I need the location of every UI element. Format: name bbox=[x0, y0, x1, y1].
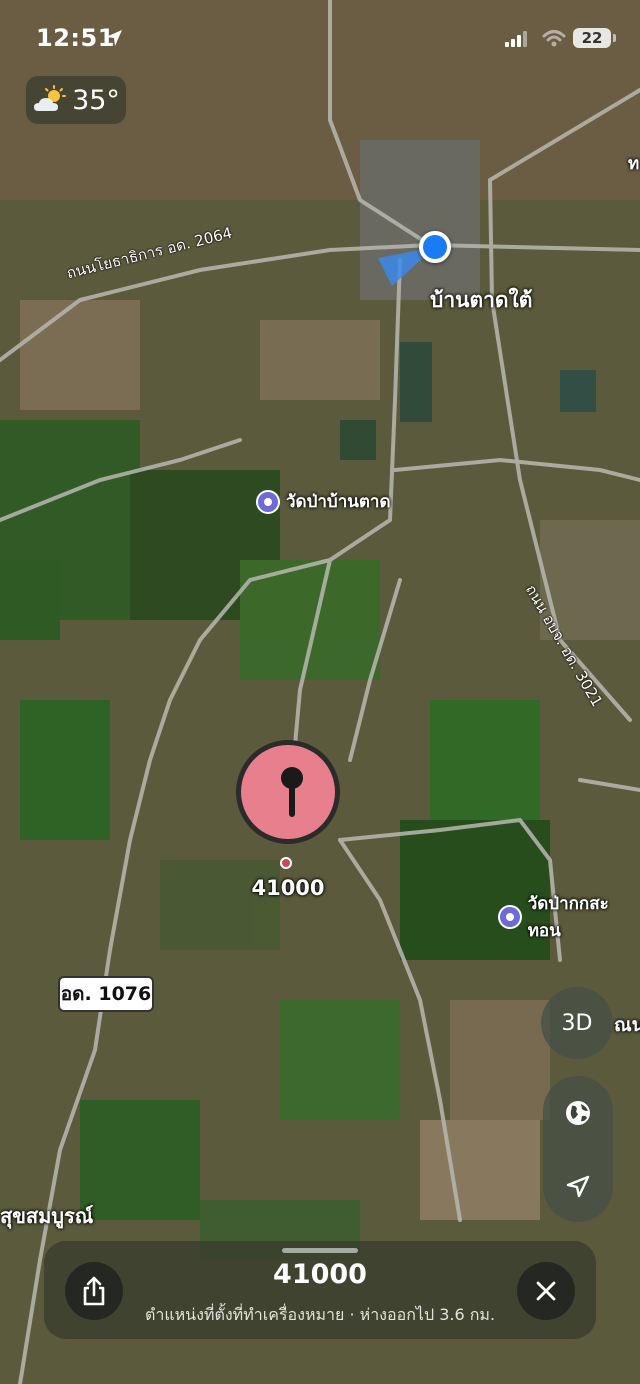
pushpin-icon bbox=[281, 767, 303, 817]
globe-icon bbox=[566, 1101, 590, 1125]
route-badge-1076: อด. 1076 bbox=[58, 976, 154, 1012]
temperature: 35° bbox=[72, 84, 120, 116]
weather-widget[interactable]: 35° bbox=[26, 76, 126, 124]
poi-label: วัดป่ากกสะทอน bbox=[527, 894, 609, 941]
view-3d-label: 3D bbox=[561, 1010, 593, 1036]
close-icon bbox=[536, 1281, 556, 1301]
poi-wat-pa-ban-tat[interactable]: วัดป่าบ้านตาด bbox=[256, 488, 391, 515]
place-label-edge-top[interactable]: ท bbox=[628, 150, 639, 177]
map-style-button[interactable] bbox=[543, 1078, 613, 1148]
sheet-title: 41000 bbox=[273, 1259, 367, 1290]
location-arrow-icon bbox=[566, 1175, 590, 1198]
poi-label: วัดป่าบ้านตาด bbox=[286, 492, 391, 512]
place-label-edge-right[interactable]: ณน bbox=[614, 1010, 640, 1040]
wifi-icon bbox=[542, 30, 566, 47]
partly-sunny-icon bbox=[34, 85, 67, 111]
map-controls-group bbox=[543, 1076, 613, 1222]
pin-label: 41000 bbox=[251, 876, 325, 900]
pin-anchor bbox=[280, 857, 292, 869]
battery-icon: 22 bbox=[573, 28, 611, 48]
sheet-subtitle: ตำแหน่งที่ตั้งที่ทำเครื่องหมาย · ห่างออก… bbox=[144, 1305, 496, 1324]
poi-wat-pa-kok-sathon[interactable]: วัดป่ากกสะทอน bbox=[498, 890, 640, 944]
close-button[interactable] bbox=[517, 1262, 575, 1320]
temple-icon bbox=[256, 489, 280, 514]
dropped-pin[interactable] bbox=[236, 740, 340, 844]
battery-tip bbox=[613, 34, 616, 42]
user-location-dot[interactable] bbox=[419, 231, 451, 263]
view-3d-button[interactable]: 3D bbox=[541, 987, 613, 1059]
status-bar: 12:51 22 bbox=[0, 0, 640, 76]
pin-head bbox=[241, 745, 335, 839]
place-label-suk-sombun[interactable]: สุขสมบูรณ์ bbox=[0, 1200, 93, 1232]
signal-icon bbox=[505, 31, 527, 47]
place-label-ban-tat-tai[interactable]: บ้านตาดใต้ bbox=[430, 284, 532, 317]
temple-icon bbox=[498, 905, 522, 929]
location-arrow-icon bbox=[106, 30, 122, 46]
sheet-grabber[interactable] bbox=[282, 1248, 358, 1253]
recenter-location-button[interactable] bbox=[543, 1152, 613, 1222]
location-sheet[interactable]: 41000 ตำแหน่งที่ตั้งที่ทำเครื่องหมาย · ห… bbox=[44, 1241, 596, 1339]
